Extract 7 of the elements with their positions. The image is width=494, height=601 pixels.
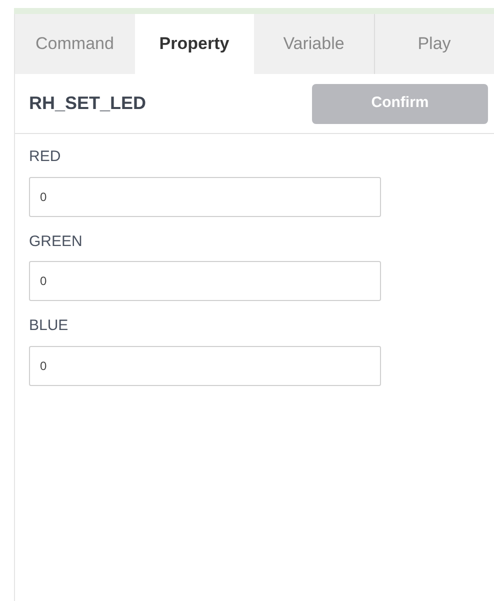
input-field[interactable]: 0 xyxy=(29,346,381,386)
field-label: GREEN xyxy=(29,232,84,252)
field-label: RED xyxy=(29,147,62,167)
input-field[interactable]: 0 xyxy=(29,176,381,216)
field-label: BLUE xyxy=(29,316,70,336)
block-title: RH_SET_LED xyxy=(29,92,146,115)
input-field[interactable]: 0 xyxy=(29,261,381,301)
